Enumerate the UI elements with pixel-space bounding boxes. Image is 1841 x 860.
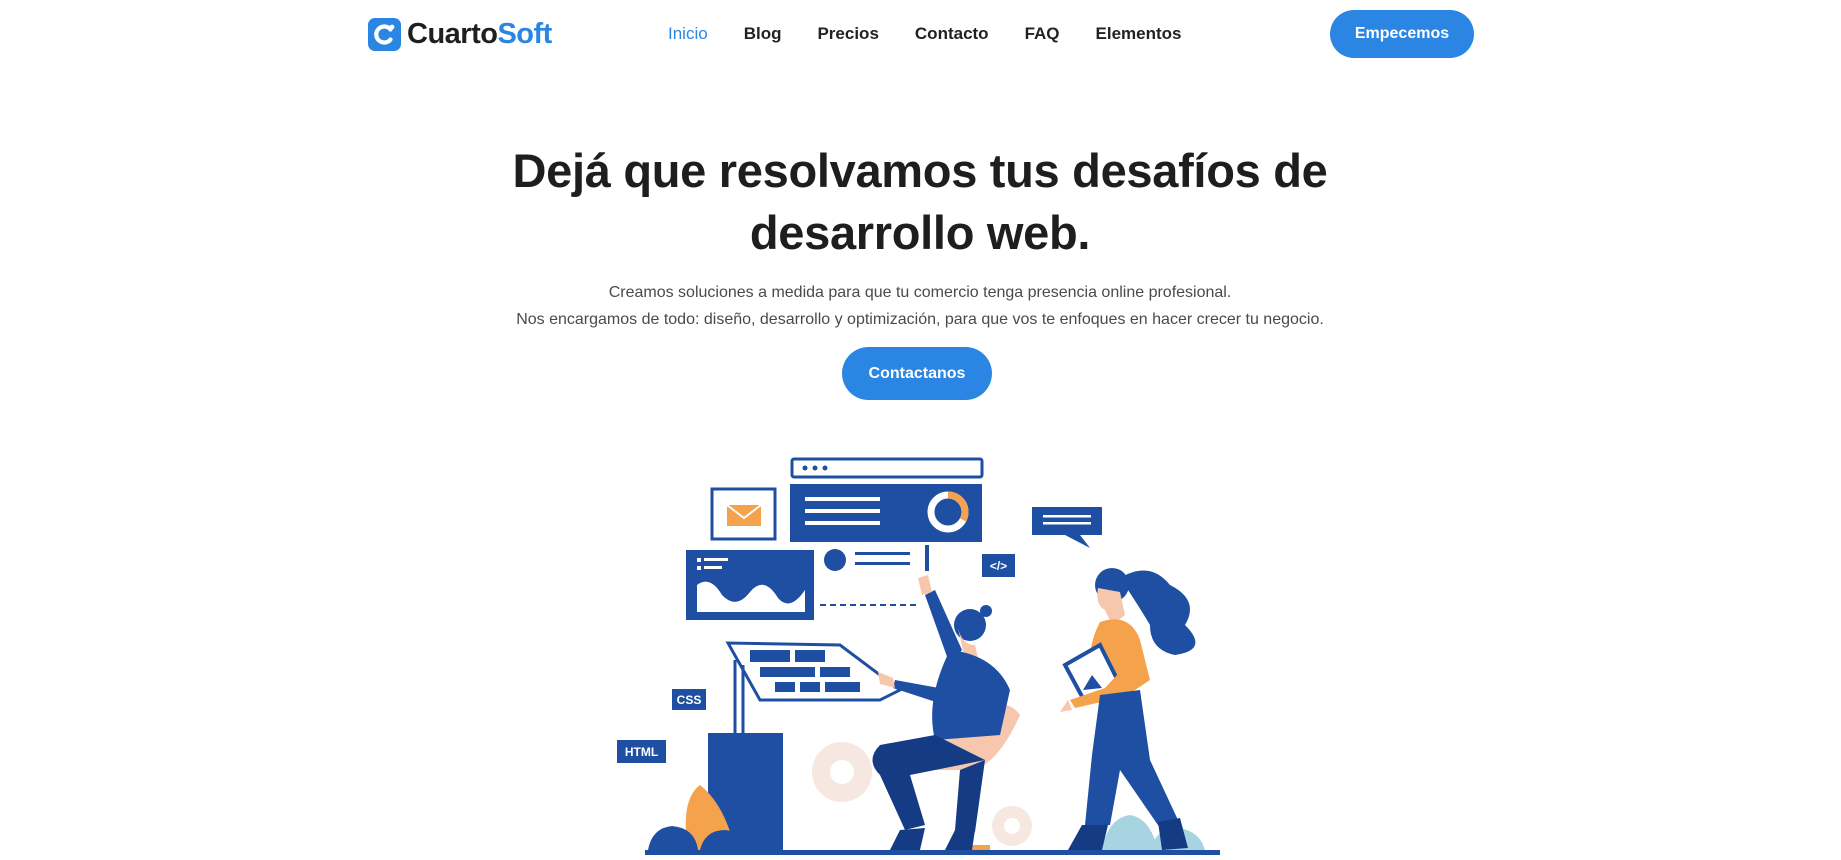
nav-link-elementos[interactable]: Elementos (1096, 22, 1182, 46)
html-tag-label: HTML (625, 745, 658, 759)
hero-subtitle: Creamos soluciones a medida para que tu … (420, 279, 1420, 333)
chat-bubble-icon (1032, 507, 1102, 548)
profile-line-icon (820, 545, 929, 606)
analytics-card-icon (686, 550, 814, 620)
main-nav: Inicio Blog Precios Contacto FAQ Element… (668, 22, 1218, 46)
logo-link[interactable]: CuartoSoft (368, 17, 552, 51)
woman-person-icon (1060, 568, 1196, 850)
empecemos-button[interactable]: Empecemos (1330, 10, 1474, 58)
hero-title: Dejá que resolvamos tus desafíos de desa… (470, 140, 1370, 264)
hero-title-line1: Dejá que resolvamos tus desafíos de (512, 144, 1328, 197)
nav-link-blog[interactable]: Blog (744, 22, 782, 46)
code-tag-icon: </> (982, 554, 1015, 577)
logo-text: CuartoSoft (407, 17, 552, 51)
contactanos-button[interactable]: Contactanos (842, 347, 992, 400)
hero-subtitle-line1: Creamos soluciones a medida para que tu … (608, 284, 1232, 301)
logo-text-part2: Soft (497, 18, 552, 50)
css-tag-icon: CSS (672, 689, 706, 710)
mail-icon (710, 487, 777, 541)
nav-link-faq[interactable]: FAQ (1025, 22, 1060, 46)
hero-illustration: </> CSS HTML (617, 457, 1220, 855)
nav-link-contacto[interactable]: Contacto (915, 22, 989, 46)
nav-link-precios[interactable]: Precios (817, 22, 878, 46)
nav-link-inicio[interactable]: Inicio (668, 22, 708, 46)
site-header: CuartoSoft Inicio Blog Precios Contacto … (0, 0, 1841, 70)
html-tag-icon: HTML (617, 740, 666, 763)
css-tag-label: CSS (677, 693, 702, 707)
browser-window-icon (790, 457, 984, 542)
code-tag-label: </> (990, 559, 1007, 573)
logo-c-icon (368, 17, 401, 51)
keyboard-desk-icon (725, 641, 903, 735)
page: CuartoSoft Inicio Blog Precios Contacto … (0, 0, 1841, 860)
hero-subtitle-line2: Nos encargamos de todo: diseño, desarrol… (516, 311, 1324, 328)
logo-text-part1: Cuarto (407, 18, 498, 50)
developer-person-icon (872, 575, 1020, 850)
hero-title-line2: desarrollo web. (749, 206, 1091, 259)
